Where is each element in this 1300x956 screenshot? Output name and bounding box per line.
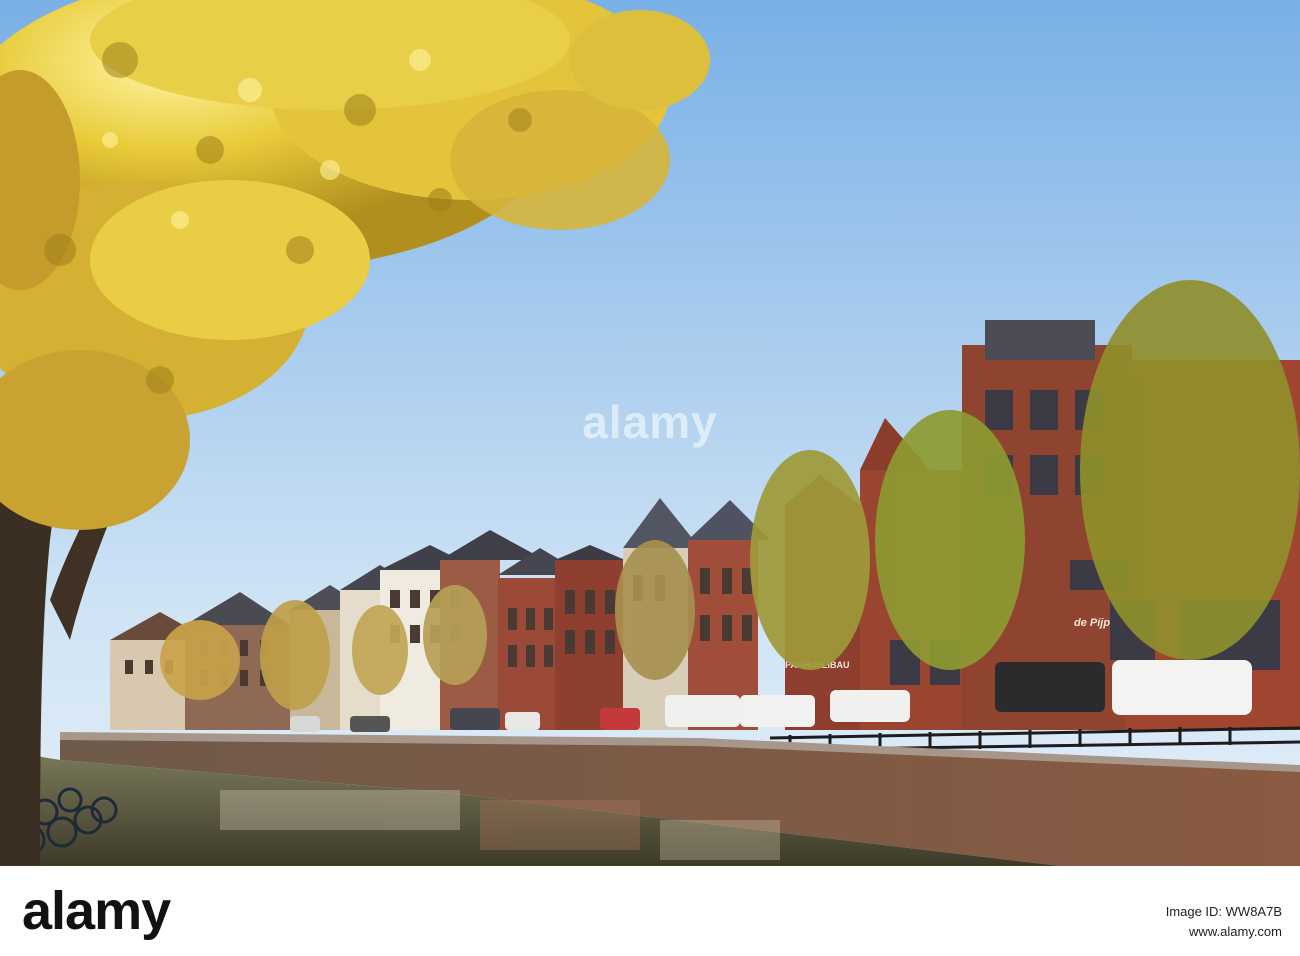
photo-canal-street: PAKHUS LIBAU de Pijp: [0, 0, 1300, 866]
alamy-logo: alamy: [22, 881, 171, 941]
image-id: Image ID: WW8A7B: [1165, 904, 1282, 919]
site-url: www.alamy.com: [1189, 924, 1282, 939]
sign-cafe: de Pijp: [1074, 617, 1110, 629]
stock-footer-bar: alamy Image ID: WW8A7B www.alamy.com: [0, 866, 1300, 956]
